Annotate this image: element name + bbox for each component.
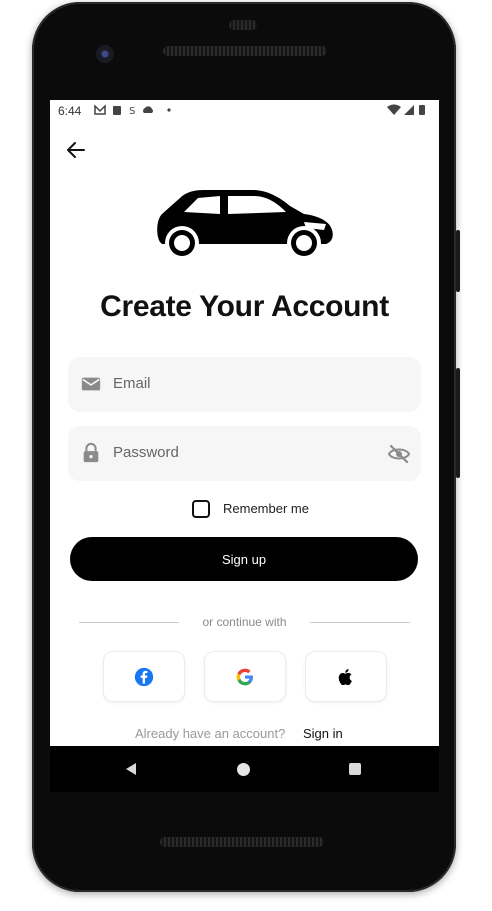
email-placeholder: Email: [113, 375, 151, 392]
arrow-left-icon: [67, 142, 85, 158]
signup-button[interactable]: Sign up: [70, 537, 418, 581]
nav-recents-icon[interactable]: [349, 763, 361, 775]
car-logo: [154, 186, 334, 264]
earpiece-speaker: [163, 46, 327, 56]
email-field[interactable]: Email: [68, 357, 421, 412]
volume-button: [456, 368, 460, 478]
apple-icon: [338, 668, 352, 685]
signal-icon: [404, 105, 414, 115]
apple-login-button[interactable]: [305, 651, 387, 702]
divider-right: [310, 622, 410, 623]
lock-icon: [83, 442, 99, 463]
nav-home-icon[interactable]: [237, 763, 250, 776]
page-title: Create Your Account: [100, 290, 389, 323]
notification-icons: S: [94, 104, 174, 119]
status-time: 6:44: [58, 104, 82, 118]
front-camera: [96, 45, 114, 63]
mail-icon: [81, 377, 101, 391]
password-placeholder: Password: [113, 444, 179, 461]
system-status-icons: [387, 104, 429, 119]
back-button[interactable]: [64, 138, 88, 162]
wifi-icon: [387, 104, 401, 115]
signin-link[interactable]: Sign in: [303, 726, 343, 741]
facebook-icon: [134, 667, 154, 686]
bottom-speaker: [160, 837, 324, 847]
power-button: [456, 230, 460, 292]
app-screen: 6:44 S Create Your Account Email Passwor…: [50, 100, 439, 746]
eye-off-icon[interactable]: [387, 442, 411, 466]
battery-icon: [419, 105, 425, 115]
svg-text:S: S: [129, 106, 137, 116]
password-field[interactable]: Password: [68, 426, 421, 481]
remember-me-label: Remember me: [223, 501, 309, 516]
notification-glyphs-icon: S: [94, 104, 171, 117]
google-icon: [236, 668, 253, 685]
top-notch: [229, 20, 257, 30]
android-nav-bar: [50, 746, 439, 792]
google-login-button[interactable]: [204, 651, 286, 702]
facebook-login-button[interactable]: [103, 651, 185, 702]
status-bar: 6:44 S: [50, 100, 439, 122]
car-icon: [157, 190, 333, 260]
nav-back-icon[interactable]: [124, 762, 138, 776]
remember-me-checkbox[interactable]: [192, 500, 210, 518]
already-account-text: Already have an account?: [135, 726, 286, 741]
